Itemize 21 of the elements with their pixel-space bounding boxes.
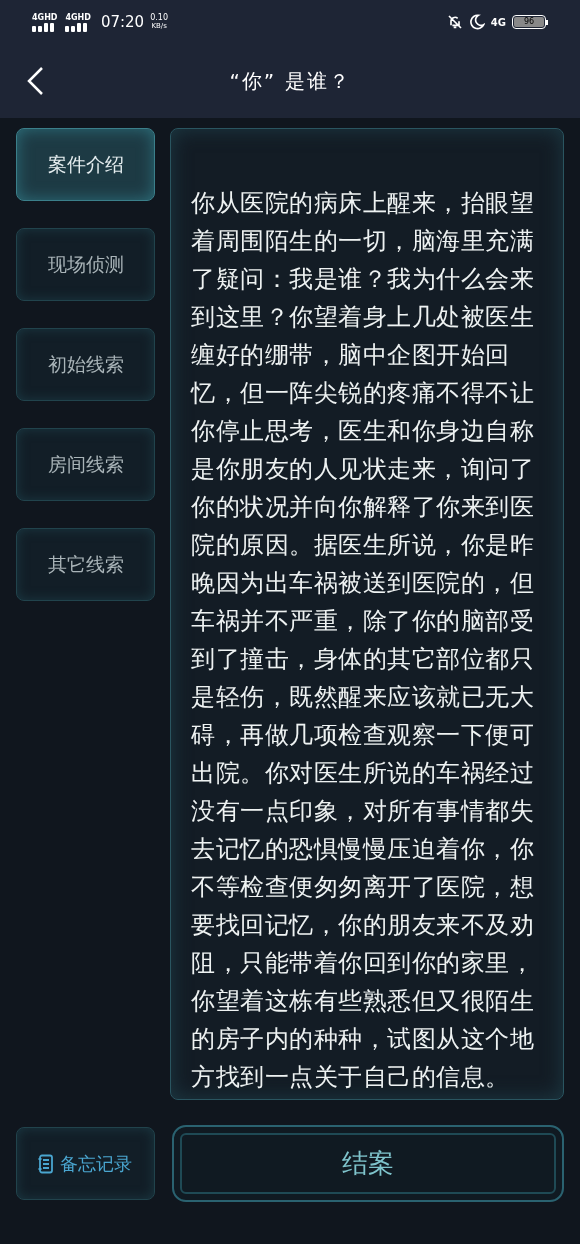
sidebar-tab[interactable]: 初始线索 bbox=[16, 328, 155, 401]
network-speed: 0.10 bbox=[150, 13, 168, 22]
bell-off-icon bbox=[446, 14, 463, 30]
notebook-icon bbox=[38, 1153, 55, 1174]
back-icon bbox=[26, 66, 44, 96]
signal-icon bbox=[32, 21, 56, 32]
moon-icon bbox=[468, 14, 485, 30]
network-label: 4GHD bbox=[32, 12, 58, 22]
sidebar-tab[interactable]: 房间线索 bbox=[16, 428, 155, 501]
sidebar-tab[interactable]: 其它线索 bbox=[16, 528, 155, 601]
signal-icon bbox=[65, 21, 90, 32]
memo-button[interactable]: 备忘记录 bbox=[16, 1127, 155, 1200]
close-case-button[interactable]: 结案 bbox=[171, 1125, 564, 1202]
sidebar-tab[interactable]: 现场侦测 bbox=[16, 228, 155, 301]
network-label: 4GHD bbox=[65, 12, 91, 22]
clock: 07:20 bbox=[100, 11, 145, 33]
battery-icon: 96 bbox=[512, 15, 548, 29]
case-description: 你从医院的病床上醒来，抬眼望着周围陌生的一切，脑海里充满了疑问：我是谁？我为什么会来到这里？你望着身上几处被医生缠好的绷带，脑中企图开始回忆，但一阵尖锐的疼痛不得不让你停止思考，医生和你身边自称是你朋友的人见状走来，询问了你的状况并向你解释了你来到医院的原因。据医生所说，你是昨晚因为出车祸被送到医院的，但车祸并不严重，除了你的脑部受到了撞击，身体的其它部位都只是轻伤，既然醒来应该就已无大碍，再做几项检查观察一下便可出院。你对医生所说的车祸经过没有一点印象，对所有事情都失去记忆的恐惧慢慢压迫着你，你不等检查便匆匆离开了医院，想要找回记忆，你的朋友来不及劝阻，只能带着你回到你的家里，你望着这栋有些熟悉但又很陌生的房子内的种种，试图从这个地方找到一点关于自己的信息。 bbox=[191, 188, 535, 1093]
page-title: “你” 是谁？ bbox=[229, 68, 351, 95]
sidebar-tab[interactable]: 案件介绍 bbox=[16, 128, 155, 201]
network-type: 4G bbox=[490, 15, 506, 30]
